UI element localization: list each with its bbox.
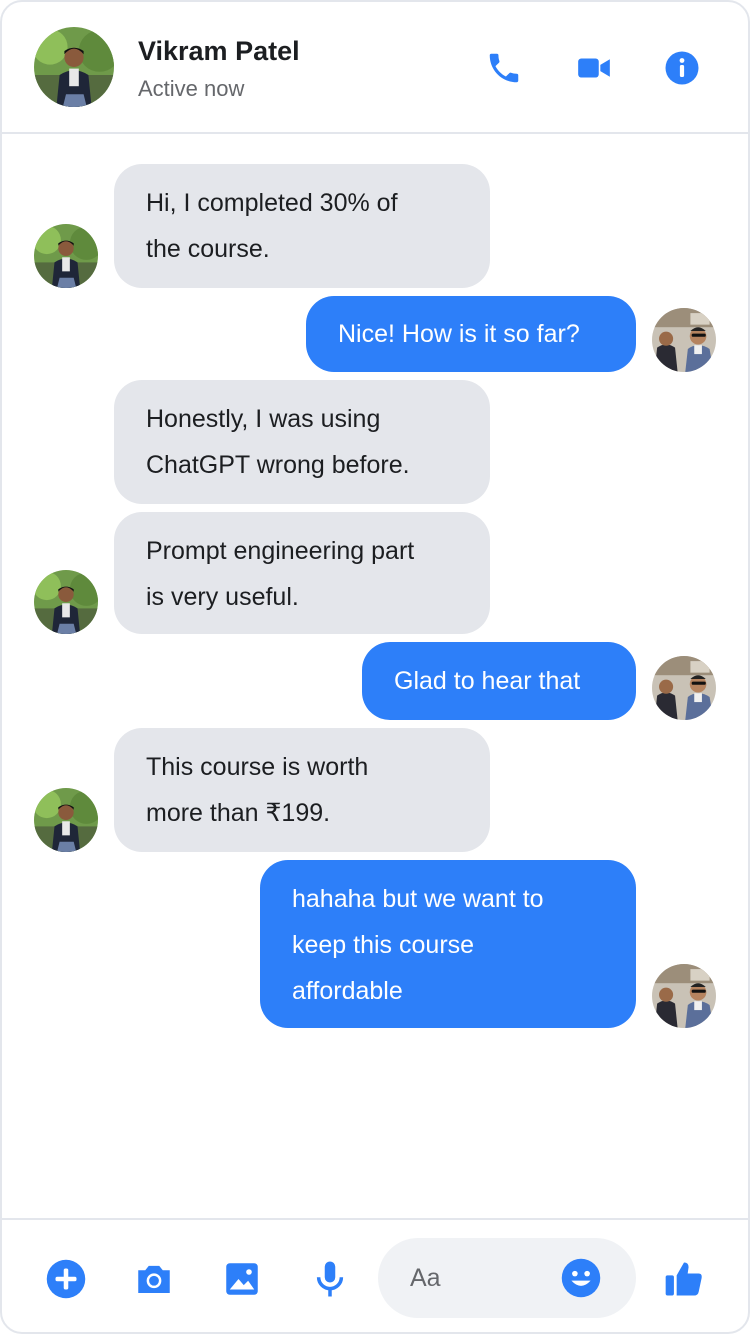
message-line: ChatGPT wrong before. xyxy=(146,451,410,479)
message-line: This course is worth xyxy=(146,753,369,781)
phone-icon[interactable] xyxy=(484,48,524,88)
my-avatar-small[interactable] xyxy=(652,964,716,1028)
composer-bar xyxy=(2,1218,748,1332)
plus-icon[interactable] xyxy=(44,1257,88,1301)
outgoing-message[interactable]: Glad to hear that xyxy=(362,642,636,720)
chat-header: Vikram Patel Active now xyxy=(2,2,748,134)
image-icon[interactable] xyxy=(220,1257,264,1301)
incoming-message[interactable]: Honestly, I was using ChatGPT wrong befo… xyxy=(114,380,490,504)
message-input[interactable] xyxy=(410,1258,550,1298)
message-line: Nice! How is it so far? xyxy=(338,320,580,348)
incoming-message[interactable]: This course is worth more than ₹199. xyxy=(114,728,490,852)
contact-avatar-small[interactable] xyxy=(34,224,98,288)
incoming-message[interactable]: Prompt engineering part is very useful. xyxy=(114,512,490,634)
info-icon[interactable] xyxy=(662,48,702,88)
message-line: Honestly, I was using xyxy=(146,405,381,433)
message-line: Glad to hear that xyxy=(394,667,581,695)
message-line: Hi, I completed 30% of xyxy=(146,189,398,217)
message-line: is very useful. xyxy=(146,583,299,611)
contact-avatar-small[interactable] xyxy=(34,788,98,852)
my-avatar-small[interactable] xyxy=(652,308,716,372)
contact-avatar-small[interactable] xyxy=(34,570,98,634)
message-line: keep this course xyxy=(292,931,475,959)
outgoing-message[interactable]: Nice! How is it so far? xyxy=(306,296,636,372)
message-input-container[interactable] xyxy=(378,1238,636,1318)
incoming-message[interactable]: Hi, I completed 30% of the course. xyxy=(114,164,490,288)
contact-name[interactable]: Vikram Patel xyxy=(138,36,300,67)
emoji-icon[interactable] xyxy=(560,1257,602,1299)
video-icon[interactable] xyxy=(574,48,614,88)
chat-window: Vikram Patel Active now Hi, I completed … xyxy=(0,0,750,1334)
message-line: more than ₹199. xyxy=(146,799,331,827)
message-line: hahaha but we want to xyxy=(292,885,544,913)
contact-avatar[interactable] xyxy=(34,27,114,107)
thumbs-up-icon[interactable] xyxy=(662,1257,706,1301)
message-line: Prompt engineering part xyxy=(146,537,415,565)
message-line: the course. xyxy=(146,235,270,263)
message-line: affordable xyxy=(292,977,403,1005)
outgoing-message[interactable]: hahaha but we want to keep this course a… xyxy=(260,860,636,1028)
contact-status: Active now xyxy=(138,76,245,101)
microphone-icon[interactable] xyxy=(308,1257,352,1301)
camera-icon[interactable] xyxy=(132,1257,176,1301)
my-avatar-small[interactable] xyxy=(652,656,716,720)
